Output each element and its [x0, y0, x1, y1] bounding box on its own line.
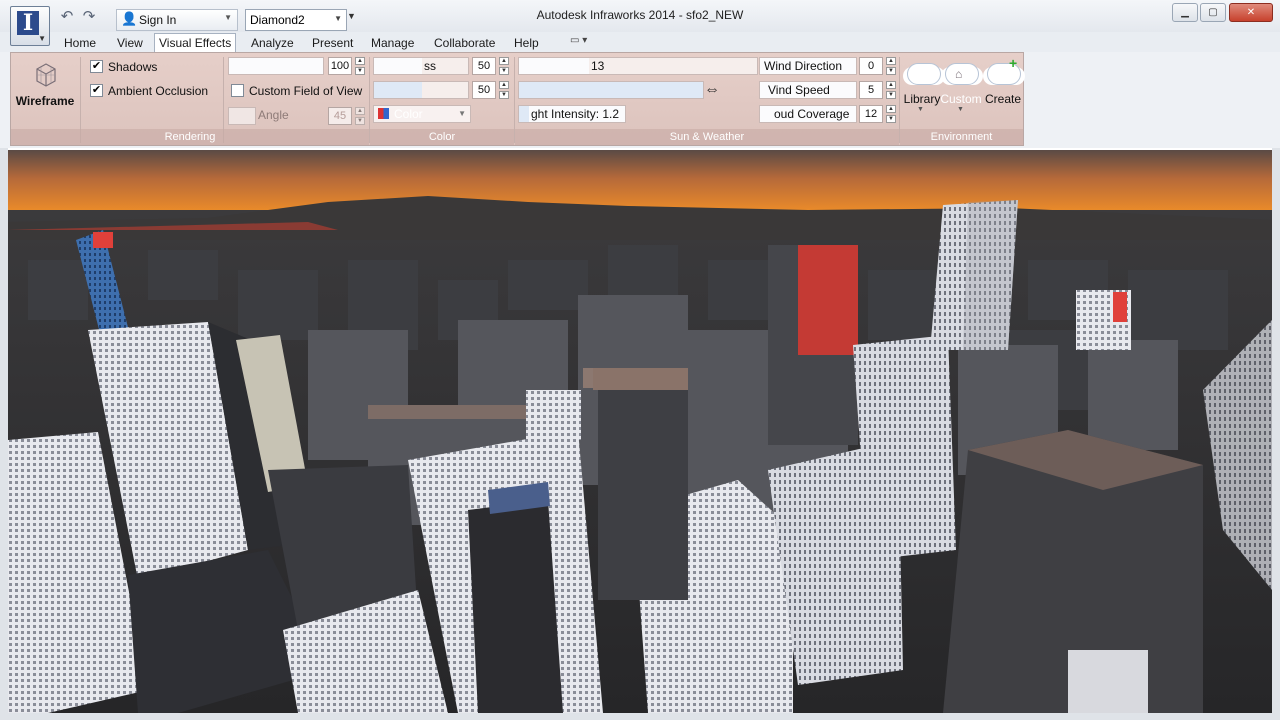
tab-analyze[interactable]: Analyze [247, 34, 298, 52]
color-label: Color [394, 107, 423, 121]
date-time-slider[interactable]: 13 [518, 57, 758, 75]
minimize-icon[interactable]: ▁ [1172, 3, 1198, 22]
slider-fill [374, 82, 422, 98]
tab-present[interactable]: Present [308, 34, 357, 52]
small-white-building [526, 390, 581, 440]
chevron-down-icon: ▼ [917, 106, 924, 113]
angle-slider[interactable] [228, 107, 256, 125]
plus-icon: + [1009, 55, 1018, 71]
ribbon-minimize-icon[interactable]: ▭ ▾ [570, 35, 587, 46]
resize-cursor-icon: ⇔ [704, 81, 720, 98]
angle-label: Angle [258, 108, 289, 122]
custom-button[interactable]: Custom [939, 92, 983, 106]
infraworks-logo-icon: I [17, 11, 39, 35]
red-highlighted-facade [798, 245, 858, 355]
cloud-coverage-spinner[interactable]: ▲ ▼ [886, 105, 896, 123]
wind-direction-slider[interactable]: Wind Direction [759, 57, 857, 75]
color-slider-1-label: ss [424, 59, 436, 73]
slider-fill [374, 58, 422, 74]
wind-speed-value[interactable]: 5 [859, 81, 883, 99]
light-intensity-slider[interactable]: ght Intensity: 1.2 [518, 105, 626, 123]
color-slider-2[interactable] [373, 81, 469, 99]
create-button[interactable]: Create [981, 92, 1025, 106]
rendering-slider[interactable] [228, 57, 324, 75]
create-cloud-icon: + [983, 55, 1023, 89]
light-intensity-label: ght Intensity: 1.2 [531, 107, 620, 121]
group-title-environment: Environment [900, 129, 1023, 145]
wind-speed-label: Vind Speed [768, 83, 830, 97]
building-roof [368, 405, 528, 419]
3d-viewport[interactable] [8, 150, 1272, 713]
dark-block [598, 370, 688, 600]
tab-manage[interactable]: Manage [367, 34, 418, 52]
red-highlighted-facade [93, 232, 113, 248]
close-icon[interactable]: ✕ [1229, 3, 1273, 22]
color-slider-1[interactable]: ss [373, 57, 469, 75]
rendering-spinner[interactable]: ▲ ▼ [355, 57, 365, 75]
wind-speed-spinner[interactable]: ▲ ▼ [886, 81, 896, 99]
chevron-down-icon: ▼ [38, 34, 46, 43]
slider-fill [519, 58, 589, 74]
color-dropdown[interactable]: Color ▼ [373, 105, 471, 123]
custom-fov-label: Custom Field of View [249, 84, 363, 98]
city-scene [8, 150, 1272, 713]
tab-view[interactable]: View [113, 34, 147, 52]
ambient-occlusion-checkbox[interactable]: ✔ [90, 84, 103, 97]
tab-help[interactable]: Help [510, 34, 543, 52]
color-slider-1-value[interactable]: 50 [472, 57, 496, 75]
shadows-label: Shadows [108, 60, 158, 74]
ambient-occlusion-label: Ambient Occlusion [108, 84, 209, 98]
central-tower-shadow [468, 500, 563, 713]
angle-spinner[interactable]: ▲ ▼ [355, 107, 365, 125]
status-bar [0, 713, 1280, 720]
color-slider-1-spinner[interactable]: ▲ ▼ [499, 57, 509, 75]
title-bar: I ▼ ↶ ↷ 👤 Sign In ▼ Diamond2 ▼ ▼ Autodes… [0, 0, 1280, 46]
angle-value[interactable]: 45 [328, 107, 352, 125]
wireframe-button[interactable]: Wireframe [13, 94, 77, 108]
time-slider[interactable] [518, 81, 704, 99]
cloud-coverage-value[interactable]: 12 [859, 105, 883, 123]
ribbon-tab-bar: Home View Visual Effects Analyze Present… [0, 32, 1280, 54]
house-icon: ⌂ [955, 67, 963, 81]
chevron-down-icon: ▼ [957, 106, 964, 113]
wind-speed-slider[interactable]: Vind Speed [759, 81, 857, 99]
viewport-frame-right [1272, 148, 1280, 713]
white-office-tower [853, 335, 956, 560]
ribbon-panel: Wireframe ✔ Shadows ✔ Ambient Occlusion … [0, 52, 1280, 148]
tab-visual-effects[interactable]: Visual Effects [154, 33, 237, 54]
custom-cloud-icon: ⌂ [941, 59, 981, 89]
group-title-rendering: Rendering [11, 129, 369, 145]
rendering-value[interactable]: 100 [328, 57, 352, 75]
group-title-color: Color [370, 129, 514, 145]
slider-fill [229, 58, 323, 74]
wind-direction-value[interactable]: 0 [859, 57, 883, 75]
window-title: Autodesk Infraworks 2014 - sfo2_NEW [536, 8, 744, 22]
wind-direction-spinner[interactable]: ▲ ▼ [886, 57, 896, 75]
viewport-frame-left [0, 148, 8, 713]
custom-fov-checkbox[interactable] [231, 84, 244, 97]
color-palette-icon [378, 108, 389, 119]
application-menu-button[interactable]: I ▼ [10, 6, 50, 46]
building-roof [593, 368, 688, 390]
visual-effects-ribbon: Wireframe ✔ Shadows ✔ Ambient Occlusion … [10, 52, 1024, 146]
tab-home[interactable]: Home [60, 34, 100, 52]
color-slider-2-spinner[interactable]: ▲ ▼ [499, 81, 509, 99]
slider-fill [519, 106, 529, 122]
color-slider-2-value[interactable]: 50 [472, 81, 496, 99]
tab-collaborate[interactable]: Collaborate [430, 34, 499, 52]
group-title-sun-weather: Sun & Weather [515, 129, 899, 145]
white-roof-building [1068, 650, 1148, 713]
library-cloud-icon [903, 59, 943, 89]
cloud-coverage-slider[interactable]: oud Coverage [759, 105, 857, 123]
wireframe-cube-icon [31, 59, 61, 89]
cloud-coverage-label: oud Coverage [774, 107, 850, 121]
shadows-checkbox[interactable]: ✔ [90, 60, 103, 73]
red-highlighted-facade [1113, 292, 1127, 322]
chevron-down-icon: ▼ [458, 109, 466, 118]
maximize-icon[interactable]: ▢ [1200, 3, 1226, 22]
library-button[interactable]: Library [900, 92, 944, 106]
date-time-text: 13 [591, 59, 605, 73]
wind-direction-label: Wind Direction [764, 59, 843, 73]
